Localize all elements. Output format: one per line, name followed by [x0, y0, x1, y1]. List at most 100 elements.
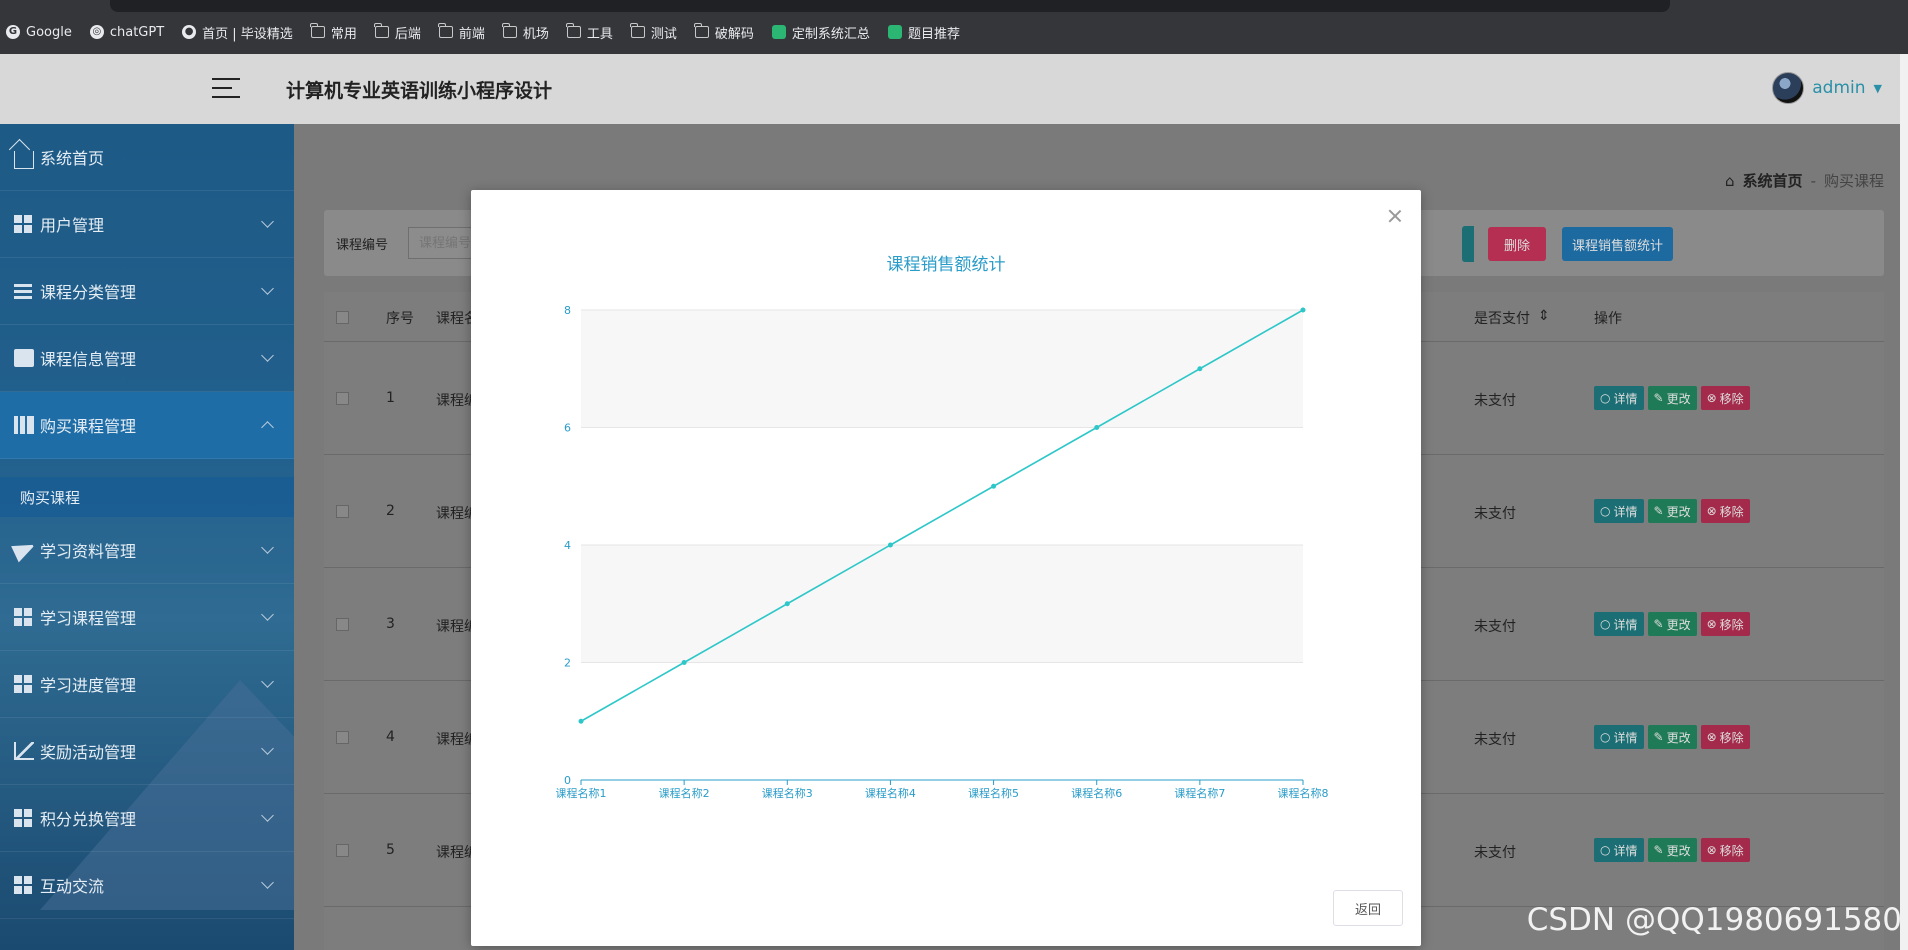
- sidebar-item-study-progress[interactable]: 学习进度管理: [0, 651, 294, 718]
- chevron-down-icon: [261, 742, 274, 755]
- search-icon: ○: [1600, 504, 1611, 518]
- user-menu[interactable]: admin ▼: [1772, 72, 1882, 104]
- chevron-down-icon: [261, 349, 274, 362]
- detail-button[interactable]: ○ 详情: [1594, 725, 1644, 749]
- detail-button[interactable]: ○ 详情: [1594, 838, 1644, 862]
- sales-stats-dialog: 课程销售额统计 0 2 4 6 8 课程名称1 课程名称2 课程名称3 课程名称4 课程名称5 课程…: [471, 190, 1421, 946]
- sidebar-item-points-exchange[interactable]: 积分兑换管理: [0, 785, 294, 852]
- page-scrollbar[interactable]: [1900, 54, 1908, 950]
- app-header: 计算机专业英语训练小程序设计 admin ▼: [0, 54, 1908, 124]
- bookmark-folder-crack[interactable]: 破解码: [694, 23, 754, 42]
- chevron-down-icon: [261, 282, 274, 295]
- remove-button[interactable]: ⊗ 移除: [1700, 499, 1750, 523]
- sidebar-item-rewards[interactable]: 奖励活动管理: [0, 718, 294, 785]
- sidebar-item-purchase-courses[interactable]: 购买课程管理: [0, 392, 294, 459]
- bookmark-folder-frontend[interactable]: 前端: [438, 23, 485, 42]
- grid-icon: [14, 675, 34, 693]
- sidebar-item-users[interactable]: 用户管理: [0, 191, 294, 258]
- bookmark-folder-tools[interactable]: 工具: [566, 23, 613, 42]
- bookmark-folder-test[interactable]: 测试: [630, 23, 677, 42]
- detail-button[interactable]: ○ 详情: [1594, 612, 1644, 636]
- row-index: 1: [386, 390, 395, 406]
- sidebar-item-study-materials[interactable]: 学习资料管理: [0, 517, 294, 584]
- bookmark-google[interactable]: G Google: [6, 25, 72, 40]
- row-actions: ○ 详情 ✎ 更改 ⊗ 移除: [1594, 386, 1750, 410]
- row-checkbox[interactable]: [336, 844, 349, 857]
- sidebar-subitem-purchase-course[interactable]: 购买课程: [0, 477, 294, 517]
- row-actions: ○ 详情 ✎ 更改 ⊗ 移除: [1594, 838, 1750, 862]
- edit-button[interactable]: ✎ 更改: [1647, 499, 1697, 523]
- x-tick-label: 课程名称5: [968, 786, 1019, 800]
- edit-button[interactable]: ✎ 更改: [1647, 612, 1697, 636]
- remove-button[interactable]: ⊗ 移除: [1700, 725, 1750, 749]
- sidebar-item-study-courses[interactable]: 学习课程管理: [0, 584, 294, 651]
- chevron-down-icon: [261, 675, 274, 688]
- y-tick-label: 8: [564, 304, 571, 317]
- sidebar-item-course-info[interactable]: 课程信息管理: [0, 325, 294, 392]
- breadcrumb-separator: -: [1810, 171, 1816, 190]
- bookmark-folder-airport[interactable]: 机场: [502, 23, 549, 42]
- folder-icon: [566, 23, 581, 38]
- clipboard-icon: [14, 349, 34, 367]
- breadcrumb-current: 购买课程: [1823, 172, 1884, 190]
- folder-icon: [310, 23, 325, 38]
- detail-button[interactable]: ○ 详情: [1594, 499, 1644, 523]
- google-icon: G: [6, 25, 20, 39]
- edit-button[interactable]: ✎ 更改: [1647, 386, 1697, 410]
- sort-icon[interactable]: ⇕: [1538, 308, 1550, 324]
- grid-icon: [14, 608, 34, 626]
- data-point: [1094, 425, 1100, 430]
- row-checkbox[interactable]: [336, 392, 349, 405]
- address-bar[interactable]: [110, 0, 1670, 12]
- chevron-down-icon: [261, 215, 274, 228]
- delete-button[interactable]: 删除: [1488, 227, 1547, 261]
- bookmark-folder-backend[interactable]: 后端: [374, 23, 421, 42]
- sidebar-item-interaction[interactable]: 互动交流: [0, 852, 294, 919]
- sales-stats-button[interactable]: 课程销售额统计: [1562, 227, 1674, 261]
- row-actions: ○ 详情 ✎ 更改 ⊗ 移除: [1594, 499, 1750, 523]
- data-point: [578, 718, 584, 724]
- breadcrumb-home[interactable]: 系统首页: [1743, 170, 1803, 191]
- pencil-icon: ✎: [1653, 843, 1664, 857]
- bookmark-folder-common[interactable]: 常用: [310, 23, 357, 42]
- detail-button[interactable]: ○ 详情: [1594, 386, 1644, 410]
- remove-icon: ⊗: [1706, 504, 1717, 518]
- edit-button[interactable]: ✎ 更改: [1647, 838, 1697, 862]
- bookmark-custom-systems[interactable]: 定制系统汇总: [771, 23, 870, 42]
- bookmark-topics[interactable]: 题目推荐: [887, 23, 960, 42]
- edit-button[interactable]: ✎ 更改: [1647, 725, 1697, 749]
- folder-icon: [438, 23, 453, 38]
- back-button[interactable]: 返回: [1333, 890, 1403, 926]
- remove-button[interactable]: ⊗ 移除: [1700, 838, 1750, 862]
- data-point: [681, 660, 687, 665]
- chevron-down-icon: [261, 809, 274, 822]
- sidebar-item-home[interactable]: 系统首页: [0, 124, 294, 191]
- grid-band: [581, 545, 1303, 663]
- menu-toggle-icon[interactable]: [212, 76, 240, 100]
- header-paid[interactable]: 是否支付: [1474, 308, 1530, 328]
- list-icon: [14, 282, 34, 300]
- folder-icon: [502, 23, 517, 38]
- select-all-checkbox[interactable]: [336, 311, 349, 324]
- remove-button[interactable]: ⊗ 移除: [1700, 612, 1750, 636]
- sidebar-item-course-categories[interactable]: 课程分类管理: [0, 258, 294, 325]
- row-index: 3: [386, 616, 395, 632]
- row-actions: ○ 详情 ✎ 更改 ⊗ 移除: [1594, 725, 1750, 749]
- grid-icon: [14, 215, 34, 233]
- search-label: 课程编号: [336, 238, 389, 253]
- grid-band: [581, 310, 1303, 428]
- bookmark-chatgpt[interactable]: ◎ chatGPT: [89, 25, 164, 40]
- remove-icon: ⊗: [1706, 617, 1717, 631]
- remove-button[interactable]: ⊗ 移除: [1700, 386, 1750, 410]
- row-checkbox[interactable]: [336, 618, 349, 631]
- x-tick-label: 课程名称3: [762, 786, 813, 800]
- remove-icon: ⊗: [1706, 843, 1717, 857]
- grid-icon: [14, 876, 34, 894]
- row-checkbox[interactable]: [336, 731, 349, 744]
- x-tick-label: 课程名称4: [865, 786, 916, 800]
- data-point: [1300, 307, 1306, 313]
- row-checkbox[interactable]: [336, 505, 349, 518]
- bookmark-site[interactable]: ● 首页 | 毕设精选: [182, 23, 293, 42]
- action-panel: 删除 课程销售额统计: [1474, 210, 1884, 276]
- row-paid-status: 未支付: [1474, 845, 1516, 861]
